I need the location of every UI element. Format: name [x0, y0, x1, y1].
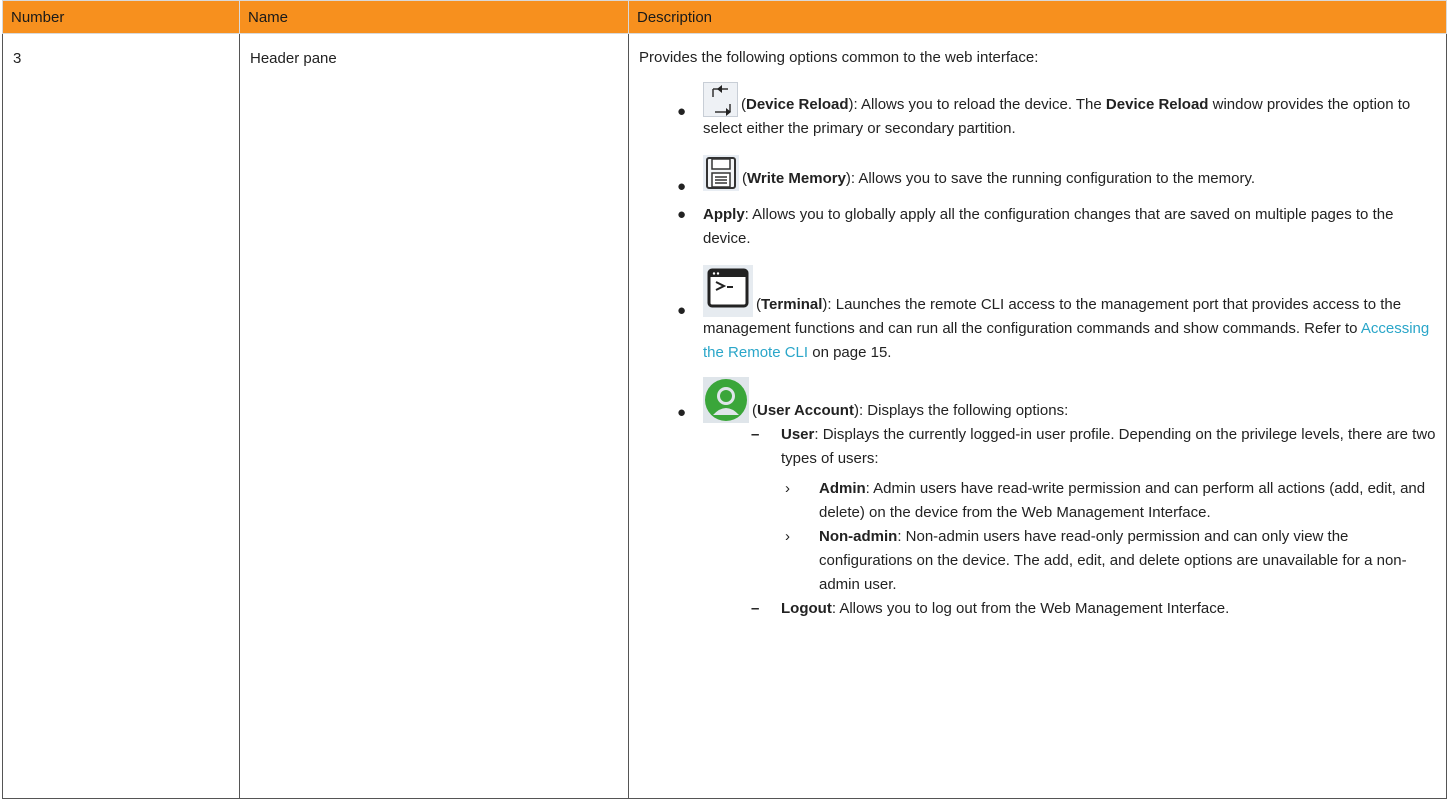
- bullet-marker: ●: [677, 206, 687, 223]
- row-number: 3: [2, 33, 240, 799]
- list-item-write-memory: ● (Write Memory): Allows you to save the…: [639, 155, 1436, 195]
- write-memory-title: Write Memory: [747, 170, 846, 187]
- device-reload-title: Device Reload: [746, 96, 849, 113]
- options-list: ● (Device Reload): Allows you to reload …: [639, 82, 1436, 423]
- user-account-title: User Account: [757, 402, 854, 419]
- device-reload-icon: [703, 82, 738, 117]
- list-item-terminal: ● (Terminal): Launches the remote CLI ac…: [639, 265, 1436, 365]
- bullet-marker: ●: [677, 302, 687, 319]
- terminal-title: Terminal: [761, 296, 823, 313]
- table-header-row: Number Name Description: [2, 0, 1447, 34]
- save-disk-icon: [703, 155, 739, 191]
- description-intro: Provides the following options common to…: [639, 49, 1039, 66]
- sub-item-logout: – Logout: Allows you to log out from the…: [639, 597, 1436, 621]
- dash-marker: –: [751, 600, 760, 617]
- sub-item-admin: › Admin: Admin users have read-write per…: [639, 477, 1436, 525]
- chevron-marker: ›: [785, 528, 790, 545]
- column-header-number: Number: [2, 0, 240, 34]
- apply-title: Apply: [703, 206, 745, 223]
- dash-marker: –: [751, 426, 760, 443]
- list-item-device-reload: ● (Device Reload): Allows you to reload …: [639, 82, 1436, 141]
- bullet-marker: ●: [677, 178, 687, 195]
- row-name: Header pane: [239, 33, 629, 799]
- column-header-description: Description: [628, 0, 1447, 34]
- user-account-suboptions: – User: Displays the currently logged-in…: [639, 423, 1436, 621]
- list-item-user-account: ● (User Account): Displays the following…: [639, 377, 1436, 423]
- terminal-icon: [703, 265, 753, 317]
- bullet-marker: ●: [677, 404, 687, 421]
- table-row: 3 Header pane Provides the following opt…: [2, 33, 1447, 799]
- bullet-marker: ●: [677, 103, 687, 120]
- list-item-apply: ● Apply: Allows you to globally apply al…: [639, 203, 1436, 251]
- sub-item-user: – User: Displays the currently logged-in…: [639, 423, 1436, 471]
- header-pane-table: Number Name Description 3 Header pane Pr…: [2, 0, 1447, 799]
- sub-item-non-admin: › Non-admin: Non-admin users have read-o…: [639, 525, 1436, 597]
- chevron-marker: ›: [785, 480, 790, 497]
- row-description: Provides the following options common to…: [628, 33, 1447, 799]
- column-header-name: Name: [239, 0, 629, 34]
- user-account-icon: [703, 377, 749, 423]
